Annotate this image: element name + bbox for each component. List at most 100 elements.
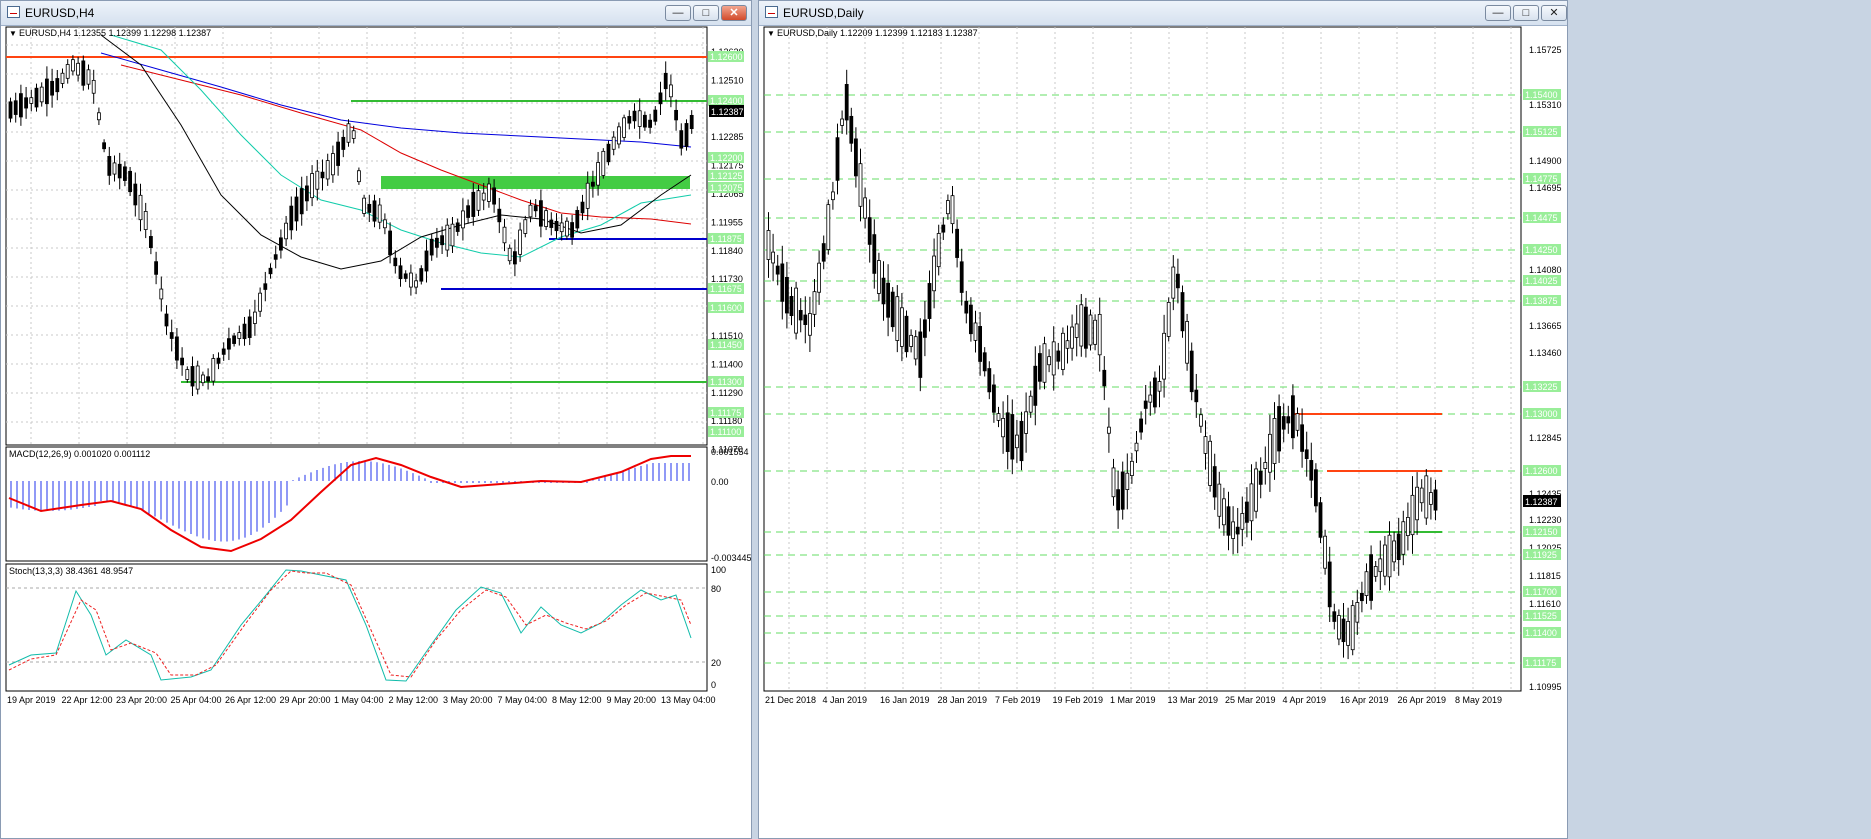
daily-candle	[1410, 494, 1415, 536]
h4-candle	[252, 311, 257, 324]
maximize-button[interactable]: □	[693, 5, 719, 21]
daily-candle	[808, 313, 812, 336]
daily-candle	[1037, 353, 1042, 382]
daily-time-axis-label: 25 Mar 2019	[1225, 695, 1276, 705]
minimize-button[interactable]: —	[1485, 5, 1511, 21]
daily-level-tag: 1.12600	[1525, 466, 1558, 476]
daily-candle	[1116, 489, 1121, 511]
daily-candle	[1194, 389, 1199, 403]
h4-candle	[341, 136, 346, 150]
h4-candle	[284, 222, 289, 240]
h4-current-price-tag: 1.12387	[711, 107, 744, 117]
daily-price-axis-label: 1.12230	[1529, 515, 1562, 525]
daily-price-axis-label: 1.15310	[1529, 100, 1562, 110]
daily-candle	[1033, 365, 1038, 406]
restore-button[interactable]: ✕	[1541, 5, 1567, 21]
daily-candle	[780, 263, 785, 302]
daily-candle	[1286, 416, 1291, 424]
h4-candle	[195, 365, 200, 390]
h4-candle	[174, 336, 179, 361]
daily-candle	[1203, 436, 1208, 454]
h4-level-tag: 1.11675	[710, 284, 742, 294]
daily-candle	[1373, 566, 1378, 577]
daily-candle	[1042, 343, 1047, 383]
daily-level-tag: 1.11525	[1525, 611, 1557, 621]
h4-candle	[180, 357, 185, 366]
h4-candle	[377, 204, 382, 223]
h4-candle	[570, 222, 574, 238]
h4-candle	[617, 126, 621, 145]
h4-candle	[611, 136, 616, 150]
h4-level-tag: 1.12075	[710, 183, 743, 193]
daily-candle	[1162, 332, 1167, 380]
h4-time-axis-label: 3 May 20:00	[443, 695, 493, 705]
daily-candle	[1111, 467, 1116, 498]
daily-candle	[821, 243, 826, 262]
stoch-axis-0: 0	[711, 680, 716, 690]
chart-window-icon	[7, 6, 20, 18]
h4-candle	[86, 69, 91, 85]
daily-chart-window[interactable]: EURUSD,Daily — □ ✕ 1.15725 1.15310 1.14900…	[758, 0, 1568, 839]
h4-candle	[154, 261, 159, 275]
daily-candle	[955, 228, 960, 258]
daily-candle	[1189, 350, 1194, 393]
daily-symbol-info: EURUSD,Daily 1.12209 1.12399 1.12183 1.1…	[777, 28, 978, 38]
daily-candle	[1240, 513, 1245, 530]
daily-candle	[766, 230, 771, 260]
h4-candle	[60, 72, 65, 84]
daily-candle	[1198, 414, 1203, 427]
h4-candle	[585, 182, 590, 209]
h4-candle	[674, 109, 678, 121]
daily-candle	[1152, 377, 1157, 408]
h4-candle	[65, 64, 70, 79]
daily-chart-area[interactable]: 1.15725 1.15310 1.14900 1.14695 1.14080 1.136…	[759, 25, 1567, 839]
daily-candle	[1028, 395, 1033, 413]
daily-time-axis-label: 1 Mar 2019	[1110, 695, 1156, 705]
h4-candle	[466, 205, 471, 218]
dropdown-arrow-icon[interactable]: ▼	[767, 29, 775, 38]
dropdown-arrow-icon[interactable]: ▼	[9, 29, 17, 38]
h4-candle	[91, 79, 96, 94]
daily-candle	[1097, 313, 1102, 356]
h4-window-title: EURUSD,H4	[25, 6, 95, 20]
support-zone-green	[381, 176, 690, 189]
h4-candle	[185, 369, 190, 380]
h4-candle	[565, 220, 569, 237]
daily-candle	[863, 197, 867, 219]
daily-candle	[927, 283, 932, 319]
daily-window-titlebar[interactable]: EURUSD,Daily — □ ✕	[759, 1, 1567, 26]
daily-candle	[771, 251, 776, 264]
daily-candle	[812, 291, 817, 315]
h4-time-axis-label: 23 Apr 20:00	[116, 695, 167, 705]
h4-level-tag: 1.11600	[710, 303, 742, 313]
daily-candle	[1337, 615, 1341, 640]
h4-candle	[393, 257, 398, 267]
macd-axis-bottom: -0.003445	[711, 553, 751, 563]
h4-chart-area[interactable]: 1.126201.125101.124001.122851.121751.120…	[1, 25, 751, 839]
h4-candle	[258, 292, 263, 312]
daily-time-axis-label: 13 Mar 2019	[1168, 695, 1219, 705]
daily-candle	[1267, 433, 1272, 473]
h4-chart-window[interactable]: EURUSD,H4 — □ ✕ 1.126201.125101.124001.1…	[0, 0, 752, 839]
daily-price-axis-label: 1.11610	[1529, 599, 1561, 609]
h4-time-axis-label: 22 Apr 12:00	[62, 695, 113, 705]
minimize-button[interactable]: —	[665, 5, 691, 21]
daily-candle	[936, 233, 941, 268]
daily-candle	[890, 291, 895, 328]
stoch-axis-80: 80	[711, 584, 721, 594]
h4-level-tag: 1.11300	[710, 377, 742, 387]
h4-window-titlebar[interactable]: EURUSD,H4 — □ ✕	[1, 1, 751, 26]
daily-candle	[1396, 533, 1401, 561]
stoch-axis-100: 100	[711, 565, 726, 575]
daily-candle	[1254, 468, 1259, 512]
daily-candle	[964, 300, 969, 314]
maximize-button[interactable]: □	[1513, 5, 1539, 21]
daily-candle	[959, 261, 964, 293]
h4-candle	[689, 114, 694, 130]
close-button[interactable]: ✕	[721, 5, 747, 21]
daily-level-tag: 1.11925	[1525, 550, 1557, 560]
h4-price-axis-label: 1.11290	[711, 388, 743, 398]
h4-level-tag: 1.12200	[710, 153, 743, 163]
h4-candle	[289, 205, 294, 231]
daily-candle	[1120, 471, 1125, 510]
